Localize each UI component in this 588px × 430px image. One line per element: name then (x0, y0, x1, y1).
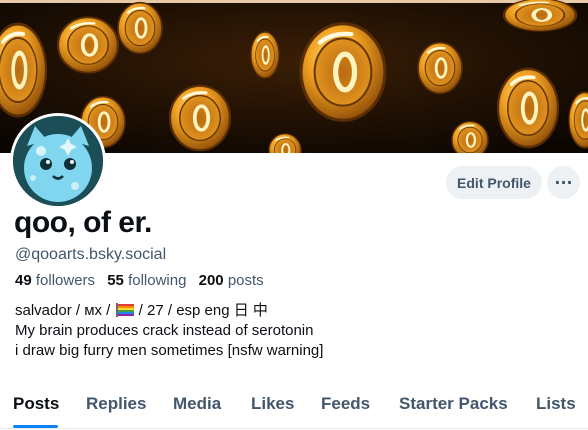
followers-count: 49 (15, 272, 32, 289)
tab-media[interactable]: Media (173, 394, 221, 414)
following-count: 55 (107, 272, 124, 289)
blue-cat-avatar-icon (13, 116, 103, 206)
followers-label: followers (35, 272, 96, 289)
tab-replies[interactable]: Replies (86, 394, 146, 414)
rainbow-flag-icon (115, 303, 134, 317)
profile-bio: salvador / ᴍx / / 27 / esp eng 日 中 My br… (15, 301, 323, 361)
tab-likes[interactable]: Likes (251, 394, 294, 414)
posts-stat: 200 posts (199, 272, 264, 289)
more-options-button[interactable]: ··· (547, 166, 580, 199)
posts-count: 200 (198, 272, 224, 289)
handle: @qooarts.bsky.social (15, 246, 167, 263)
followers-link[interactable]: 49 followers (15, 272, 95, 289)
bio-line-1-end: / 27 / esp eng 日 中 (134, 302, 268, 319)
following-label: following (128, 272, 187, 289)
tab-feeds[interactable]: Feeds (321, 394, 370, 414)
active-tab-indicator (13, 425, 58, 428)
posts-label: posts (227, 272, 264, 289)
display-name: qoo, of er. (14, 206, 152, 239)
avatar[interactable] (10, 113, 106, 209)
tab-lists[interactable]: Lists (536, 394, 576, 414)
bio-line-3: i draw big furry men sometimes [nsfw war… (15, 342, 324, 359)
ellipsis-icon: ··· (554, 173, 573, 192)
profile-tabs: Posts Replies Media Likes Feeds Starter … (0, 380, 588, 429)
following-link[interactable]: 55 following (107, 272, 186, 289)
tab-posts[interactable]: Posts (13, 394, 59, 414)
bio-line-1: salvador / ᴍx / / 27 / esp eng 日 中 (15, 301, 323, 321)
edit-profile-button[interactable]: Edit Profile (446, 166, 542, 199)
bio-line-2: My brain produces crack instead of serot… (15, 322, 314, 339)
bio-line-1-start: salvador / ᴍx / (15, 302, 115, 319)
profile-stats: 49 followers 55 following 200 posts (15, 272, 272, 289)
tab-starter-packs[interactable]: Starter Packs (399, 394, 508, 414)
